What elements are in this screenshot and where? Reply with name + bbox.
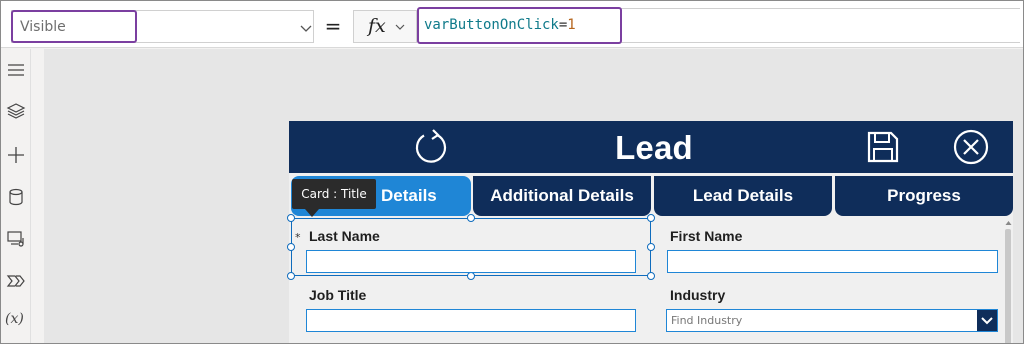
power-automate-icon[interactable] [6, 271, 26, 291]
resize-handle[interactable] [647, 272, 655, 280]
resize-handle[interactable] [647, 214, 655, 222]
close-icon[interactable] [951, 127, 991, 167]
industry-dropdown[interactable]: Find Industry [666, 309, 998, 332]
equals-sign: = [324, 14, 342, 38]
resize-handle[interactable] [287, 214, 295, 222]
dropdown-button[interactable] [977, 310, 997, 331]
last-name-input[interactable] [306, 250, 636, 273]
tab-additional-details[interactable]: Additional Details [473, 176, 651, 216]
property-highlight [11, 10, 137, 43]
job-title-input[interactable] [306, 309, 636, 332]
first-name-input[interactable] [667, 250, 998, 273]
plus-icon[interactable] [6, 145, 26, 165]
first-name-label: First Name [670, 228, 743, 244]
industry-placeholder: Find Industry [671, 314, 743, 327]
tab-progress[interactable]: Progress [835, 176, 1013, 216]
media-icon[interactable] [6, 229, 26, 249]
scroll-thumb[interactable] [1005, 229, 1011, 343]
resize-handle[interactable] [287, 243, 295, 251]
card-tooltip: Card : Title [292, 179, 376, 209]
chevron-down-icon [395, 24, 405, 30]
chevron-down-icon [981, 317, 993, 325]
formula-highlight [417, 7, 622, 44]
powerapps-studio: Visible = fx varButtonOnClick=1 (x) Lead… [0, 0, 1024, 344]
job-title-label: Job Title [309, 287, 367, 303]
required-marker: * [295, 231, 301, 244]
formula-bar: Visible = fx varButtonOnClick=1 [1, 1, 1023, 48]
left-rail: (x) [1, 49, 31, 343]
fx-icon: fx [368, 15, 386, 37]
layers-icon[interactable] [6, 101, 26, 121]
chevron-down-icon [300, 25, 312, 32]
refresh-icon[interactable] [411, 127, 451, 167]
variables-icon[interactable]: (x) [5, 311, 29, 331]
resize-handle[interactable] [647, 243, 655, 251]
industry-label: Industry [670, 287, 726, 303]
scroll-up-icon[interactable] [1004, 219, 1013, 227]
last-name-label: Last Name [309, 228, 380, 244]
resize-handle[interactable] [467, 272, 475, 280]
tab-details-label: Details [381, 186, 437, 205]
save-icon[interactable] [863, 127, 903, 167]
app-header: Lead Management [289, 121, 1013, 204]
resize-handle[interactable] [467, 214, 475, 222]
tooltip-pointer [305, 209, 319, 217]
resize-handle[interactable] [287, 272, 295, 280]
tab-lead-details[interactable]: Lead Details [654, 176, 832, 216]
fx-button[interactable]: fx [353, 10, 417, 43]
hamburger-menu-icon[interactable] [6, 60, 26, 80]
database-icon[interactable] [6, 187, 26, 207]
